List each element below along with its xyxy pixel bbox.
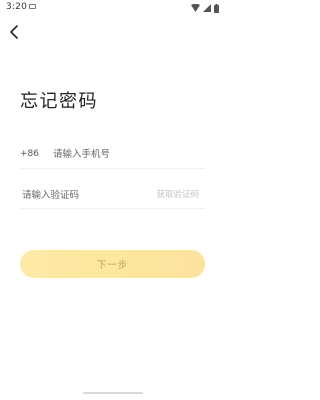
gesture-bar[interactable] (83, 392, 143, 394)
get-code-button[interactable]: 获取验证码 (156, 188, 199, 200)
status-time: 3:20 (6, 2, 28, 12)
code-row: 获取验证码 (20, 180, 205, 209)
chevron-left-icon (9, 24, 19, 43)
phone-row: +86 (20, 142, 205, 169)
verification-code-input[interactable] (22, 185, 142, 205)
country-code[interactable]: +86 (20, 149, 39, 159)
wifi-icon (191, 4, 200, 12)
next-button[interactable]: 下一步 (20, 250, 205, 278)
status-icons (191, 3, 219, 13)
page-title: 忘记密码 (20, 91, 98, 112)
notification-icon (29, 4, 36, 9)
back-button[interactable] (6, 24, 22, 43)
phone-input[interactable] (53, 144, 203, 164)
status-bar: 3:20 (0, 0, 225, 16)
signal-icon (203, 4, 211, 12)
battery-icon (214, 3, 219, 13)
